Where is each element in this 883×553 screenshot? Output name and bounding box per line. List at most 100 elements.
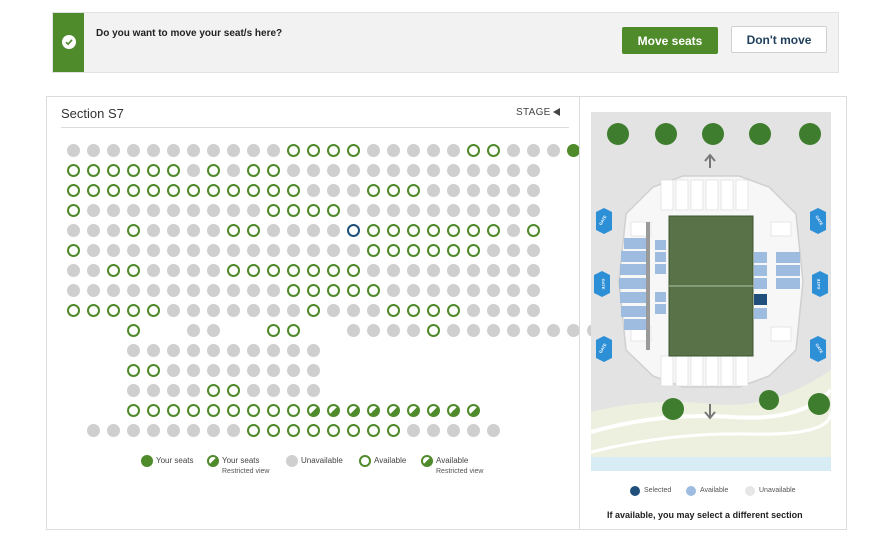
seat-available[interactable] xyxy=(367,224,380,237)
seat-available[interactable] xyxy=(147,164,160,177)
seat-available[interactable] xyxy=(127,164,140,177)
seat-available[interactable] xyxy=(247,264,260,277)
seat-restricted[interactable] xyxy=(427,404,440,417)
seat-available[interactable] xyxy=(487,144,500,157)
seat-available[interactable] xyxy=(87,164,100,177)
seat-available[interactable] xyxy=(207,164,220,177)
seat-available[interactable] xyxy=(247,164,260,177)
seat-available[interactable] xyxy=(287,204,300,217)
seat-available[interactable] xyxy=(267,164,280,177)
seat-available[interactable] xyxy=(207,184,220,197)
seat-available[interactable] xyxy=(327,424,340,437)
seat-available[interactable] xyxy=(187,404,200,417)
seat-restricted[interactable] xyxy=(467,404,480,417)
seat-available[interactable] xyxy=(107,164,120,177)
seat-available[interactable] xyxy=(327,144,340,157)
seat-available[interactable] xyxy=(427,304,440,317)
seat-available[interactable] xyxy=(207,404,220,417)
seat-available[interactable] xyxy=(127,224,140,237)
seat-available[interactable] xyxy=(207,384,220,397)
seat-available[interactable] xyxy=(287,284,300,297)
seat-available[interactable] xyxy=(427,324,440,337)
seat-available[interactable] xyxy=(447,244,460,257)
seat-available[interactable] xyxy=(227,264,240,277)
seat-available[interactable] xyxy=(287,324,300,337)
seat-available[interactable] xyxy=(467,244,480,257)
seat-restricted[interactable] xyxy=(367,404,380,417)
seat-available[interactable] xyxy=(67,304,80,317)
seat-available[interactable] xyxy=(467,144,480,157)
seat-available[interactable] xyxy=(127,184,140,197)
seat-available[interactable] xyxy=(247,184,260,197)
seat-available[interactable] xyxy=(347,144,360,157)
seat-available[interactable] xyxy=(307,424,320,437)
move-seats-button[interactable]: Move seats xyxy=(622,27,718,54)
seat-available[interactable] xyxy=(227,384,240,397)
seat-available[interactable] xyxy=(127,324,140,337)
seat-available[interactable] xyxy=(87,184,100,197)
seat-restricted[interactable] xyxy=(327,404,340,417)
seat-available[interactable] xyxy=(127,304,140,317)
seat-available[interactable] xyxy=(267,204,280,217)
seat-available[interactable] xyxy=(367,424,380,437)
seat-restricted[interactable] xyxy=(387,404,400,417)
seat-available[interactable] xyxy=(187,184,200,197)
seat-available[interactable] xyxy=(127,404,140,417)
seat-restricted[interactable] xyxy=(407,404,420,417)
seat-available[interactable] xyxy=(267,324,280,337)
dont-move-button[interactable]: Don't move xyxy=(731,26,827,53)
seat-available[interactable] xyxy=(67,184,80,197)
seat-available[interactable] xyxy=(287,404,300,417)
seat-available[interactable] xyxy=(347,264,360,277)
seat-available[interactable] xyxy=(327,204,340,217)
seat-available[interactable] xyxy=(67,244,80,257)
seat-available[interactable] xyxy=(267,404,280,417)
seat-available[interactable] xyxy=(307,144,320,157)
seat-selected[interactable] xyxy=(347,224,360,237)
seat-available[interactable] xyxy=(67,204,80,217)
seat-available[interactable] xyxy=(307,204,320,217)
seat-available[interactable] xyxy=(267,264,280,277)
seat-available[interactable] xyxy=(287,144,300,157)
seat-available[interactable] xyxy=(287,184,300,197)
seat-available[interactable] xyxy=(427,224,440,237)
seat-available[interactable] xyxy=(247,224,260,237)
seat-available[interactable] xyxy=(487,224,500,237)
seat-available[interactable] xyxy=(227,404,240,417)
seat-available[interactable] xyxy=(107,184,120,197)
seat-available[interactable] xyxy=(367,184,380,197)
seat-available[interactable] xyxy=(167,404,180,417)
seat-available[interactable] xyxy=(387,304,400,317)
seat-available[interactable] xyxy=(387,184,400,197)
seat-available[interactable] xyxy=(167,164,180,177)
seat-available[interactable] xyxy=(107,264,120,277)
seat-available[interactable] xyxy=(387,224,400,237)
seat-available[interactable] xyxy=(127,264,140,277)
seat-available[interactable] xyxy=(367,244,380,257)
seat-available[interactable] xyxy=(147,364,160,377)
seat-available[interactable] xyxy=(127,364,140,377)
seat-available[interactable] xyxy=(347,284,360,297)
seat-available[interactable] xyxy=(327,264,340,277)
seat-available[interactable] xyxy=(287,424,300,437)
seat-available[interactable] xyxy=(527,224,540,237)
seat-available[interactable] xyxy=(107,304,120,317)
seat-available[interactable] xyxy=(347,424,360,437)
seat-available[interactable] xyxy=(387,424,400,437)
seat-restricted[interactable] xyxy=(347,404,360,417)
seat-restricted[interactable] xyxy=(447,404,460,417)
seat-available[interactable] xyxy=(147,184,160,197)
seat-available[interactable] xyxy=(407,184,420,197)
seat-available[interactable] xyxy=(307,284,320,297)
seat-available[interactable] xyxy=(247,424,260,437)
seat-available[interactable] xyxy=(87,304,100,317)
seat-available[interactable] xyxy=(467,224,480,237)
seat-available[interactable] xyxy=(407,244,420,257)
seat-available[interactable] xyxy=(267,184,280,197)
seat-available[interactable] xyxy=(287,264,300,277)
seat-available[interactable] xyxy=(407,304,420,317)
seat-restricted[interactable] xyxy=(307,404,320,417)
seat-available[interactable] xyxy=(147,404,160,417)
seat-available[interactable] xyxy=(427,244,440,257)
seat-available[interactable] xyxy=(407,224,420,237)
